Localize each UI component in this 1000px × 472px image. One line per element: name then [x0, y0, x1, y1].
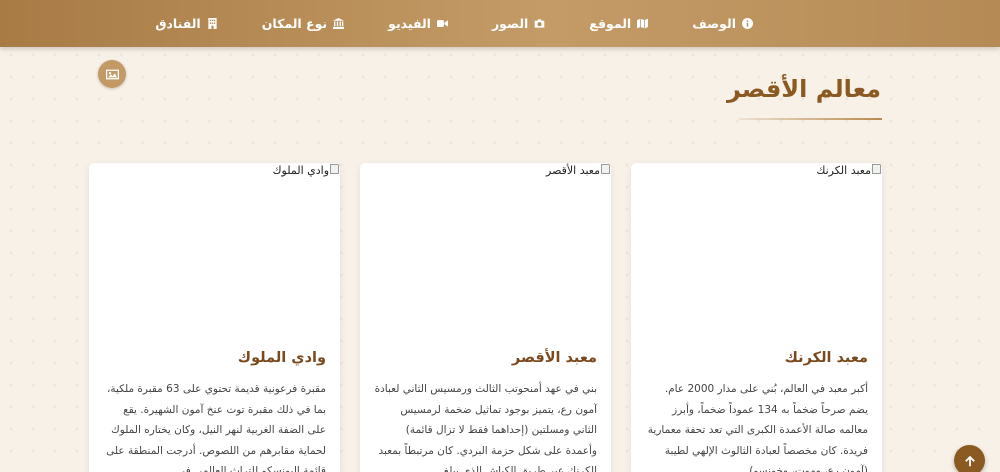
image-icon: [105, 69, 119, 79]
broken-image-icon: [872, 164, 881, 174]
image-alt: معبد الكرنك: [816, 164, 881, 177]
nav-item-label: الفنادق: [155, 16, 201, 31]
hotel-icon: [208, 18, 217, 29]
nav-item-photos[interactable]: الصور: [492, 16, 545, 31]
card-title: معبد الكرنك: [784, 350, 868, 366]
nav-item-video[interactable]: الفيديو: [388, 16, 448, 31]
nav-item-label: نوع المكان: [261, 16, 328, 31]
card-title: وادي الملوك: [237, 350, 326, 366]
image-alt-text: معبد الكرنك: [816, 164, 871, 177]
card-description: بني في عهد أمنحوتب الثالث ورمسيس الثاني …: [374, 383, 597, 472]
broken-image-icon: [330, 164, 339, 174]
nav-item-description[interactable]: الوصف: [692, 16, 753, 31]
camera-icon: [534, 19, 545, 28]
broken-image-icon: [601, 164, 610, 174]
nav-item-label: الفيديو: [388, 16, 431, 31]
landmark-card-valley-of-kings[interactable]: وادي الملوك وادي الملوك مقبرة فرعونية قد…: [89, 163, 340, 472]
nav-item-location[interactable]: الموقع: [589, 16, 649, 31]
landmark-card-luxor-temple[interactable]: معبد الأقصر معبد الأقصر بني في عهد أمنحو…: [360, 163, 611, 472]
card-description: مقبرة فرعونية قديمة تحتوي على 63 مقبرة م…: [106, 383, 326, 472]
image-alt-text: وادي الملوك: [272, 164, 329, 177]
nav-item-label: الوصف: [692, 16, 736, 31]
landmark-icon: [333, 18, 345, 29]
info-circle-icon: [742, 18, 753, 29]
card-description: أكبر معبد في العالم، بُني على مدار 2000 …: [647, 383, 868, 472]
landmark-card-karnak[interactable]: معبد الكرنك معبد الكرنك أكبر معبد في الع…: [631, 163, 882, 472]
top-navbar: الوصف الموقع الصور الفيديو نوع المكان ال…: [0, 0, 1000, 47]
image-alt-text: معبد الأقصر: [546, 164, 600, 177]
image-alt: معبد الأقصر: [546, 164, 610, 177]
video-icon: [436, 20, 448, 27]
section-title: معالم الأقصر: [727, 75, 881, 103]
arrow-up-icon: [964, 455, 975, 466]
nav-item-label: الصور: [491, 16, 529, 31]
card-image: معبد الكرنك: [631, 163, 882, 331]
card-image: وادي الملوك: [89, 163, 340, 331]
card-title: معبد الأقصر: [511, 350, 597, 366]
scroll-to-top-button[interactable]: [954, 445, 985, 472]
image-alt: وادي الملوك: [272, 164, 339, 177]
gallery-button[interactable]: [98, 60, 126, 88]
nav-item-label: الموقع: [589, 16, 632, 31]
title-underline: [739, 118, 882, 120]
nav-item-hotels[interactable]: الفنادق: [155, 16, 217, 31]
nav-menu: الوصف الموقع الصور الفيديو نوع المكان ال…: [155, 0, 753, 47]
nav-item-place-type[interactable]: نوع المكان: [261, 16, 345, 31]
map-icon: [637, 18, 649, 29]
card-image: معبد الأقصر: [360, 163, 611, 331]
